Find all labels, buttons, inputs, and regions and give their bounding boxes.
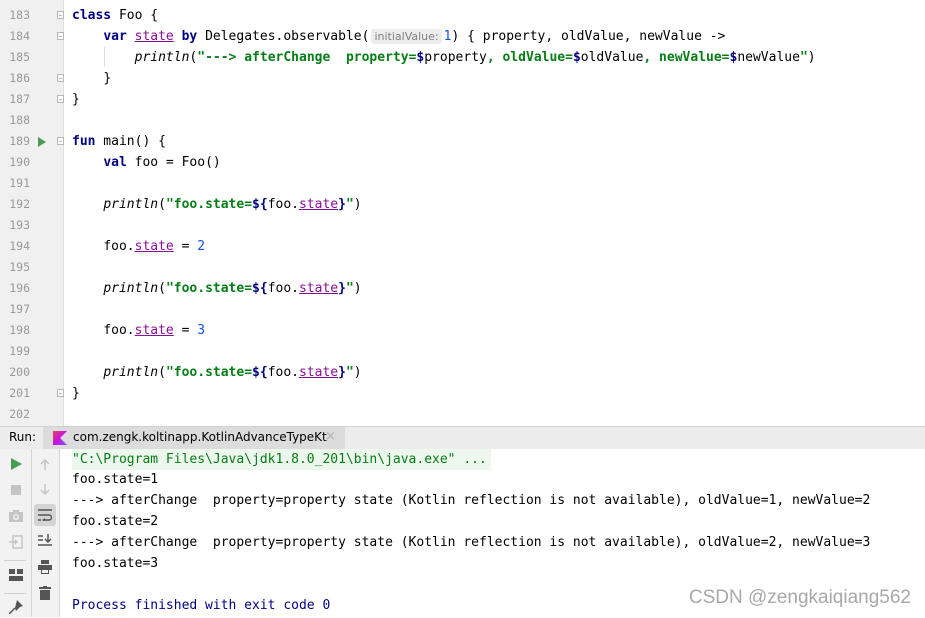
code-line: 202 (0, 404, 925, 425)
code-text: } (72, 92, 80, 107)
run-panel-header: Run: com.zengk.koltinapp.KotlinAdvanceTy… (0, 426, 925, 450)
line-number: 183 (9, 8, 30, 22)
line-number: 202 (9, 407, 30, 421)
console-line: ---> afterChange property=property state… (72, 535, 871, 550)
fold-marker-icon[interactable] (57, 32, 64, 40)
code-text: foo.state = 2 (103, 239, 206, 254)
code-line: 189 fun main() { (0, 131, 925, 152)
code-line: 198 foo.state = 3 (0, 320, 925, 341)
console-line: foo.state=3 (72, 556, 159, 571)
print-icon[interactable] (34, 556, 56, 578)
screenshot-icon[interactable] (5, 505, 27, 527)
code-text: println("foo.state=${foo.state}") (103, 365, 362, 380)
line-number: 201 (9, 386, 30, 400)
soft-wrap-icon[interactable] (34, 504, 56, 526)
line-number: 198 (9, 323, 30, 337)
close-tab-icon[interactable]: × (325, 429, 336, 444)
code-line: 194 foo.state = 2 (0, 236, 925, 257)
code-text: println("---> afterChange property=$prop… (134, 50, 816, 65)
code-text: val foo = Foo() (103, 155, 221, 170)
line-number: 185 (9, 50, 30, 64)
code-line: 201 } (0, 383, 925, 404)
line-number: 199 (9, 344, 30, 358)
code-line: 183 class Foo { (0, 5, 925, 26)
up-arrow-icon[interactable] (34, 453, 56, 475)
watermark: CSDN @zengkaiqiang562 (688, 587, 911, 608)
code-text: foo.state = 3 (103, 323, 206, 338)
line-number: 191 (9, 176, 30, 190)
code-line: 197 (0, 299, 925, 320)
code-line: 187 } (0, 89, 925, 110)
fold-marker-icon[interactable] (57, 389, 64, 397)
line-number: 188 (9, 113, 30, 127)
code-line: 186 } (0, 68, 925, 89)
run-tab[interactable]: com.zengk.koltinapp.KotlinAdvanceTypeKt … (43, 427, 345, 449)
process-exit-message: Process finished with exit code 0 (72, 598, 331, 613)
fold-marker-icon[interactable] (57, 137, 64, 145)
line-number: 192 (9, 197, 30, 211)
down-arrow-icon[interactable] (34, 479, 56, 501)
code-editor[interactable]: 183 class Foo { 184 var state by Delegat… (0, 0, 925, 426)
code-text: println("foo.state=${foo.state}") (103, 197, 362, 212)
toolbar-separator (4, 560, 26, 561)
run-label: Run: (9, 430, 37, 444)
code-line: 196 println("foo.state=${foo.state}") (0, 278, 925, 299)
code-text: class Foo { (72, 8, 159, 23)
line-number: 194 (9, 239, 30, 253)
code-line: 188 (0, 110, 925, 131)
code-line: 200 println("foo.state=${foo.state}") (0, 362, 925, 383)
scroll-to-end-icon[interactable] (34, 529, 56, 551)
layout-icon[interactable] (5, 564, 27, 586)
parameter-hint: initialValue: (371, 29, 442, 44)
exit-icon[interactable] (5, 531, 27, 553)
trash-icon[interactable] (34, 582, 56, 604)
line-number: 190 (9, 155, 30, 169)
fold-marker-icon[interactable] (57, 11, 64, 19)
code-text: var state by Delegates.observable(initia… (103, 29, 726, 44)
line-number: 196 (9, 281, 30, 295)
code-text: fun main() { (72, 134, 166, 149)
line-number: 195 (9, 260, 30, 274)
line-number: 197 (9, 302, 30, 316)
stop-icon[interactable] (5, 479, 27, 501)
run-toolbar-right (32, 449, 60, 617)
line-number: 186 (9, 71, 30, 85)
code-line: 199 (0, 341, 925, 362)
console-line: foo.state=1 (72, 472, 159, 487)
code-line: 184 var state by Delegates.observable(in… (0, 26, 925, 47)
code-text: } (72, 386, 80, 401)
line-number: 184 (9, 29, 30, 43)
run-toolbar-left (0, 449, 32, 617)
code-line: 191 (0, 173, 925, 194)
code-line: 185 println("---> afterChange property=$… (0, 47, 925, 68)
line-number: 200 (9, 365, 30, 379)
code-line: 192 println("foo.state=${foo.state}") (0, 194, 925, 215)
rerun-icon[interactable] (5, 453, 27, 475)
code-line: 190 val foo = Foo() (0, 152, 925, 173)
code-text: println("foo.state=${foo.state}") (103, 281, 362, 296)
code-text: } (103, 71, 112, 86)
fold-marker-icon[interactable] (57, 74, 64, 82)
toolbar-separator (4, 593, 26, 594)
fold-marker-icon[interactable] (57, 95, 64, 103)
kotlin-icon (53, 431, 67, 445)
console-line: foo.state=2 (72, 514, 159, 529)
console-command-line[interactable]: "C:\Program Files\Java\jdk1.8.0_201\bin\… (72, 449, 491, 470)
code-line: 193 (0, 215, 925, 236)
console-line: ---> afterChange property=property state… (72, 493, 871, 508)
line-number: 189 (9, 134, 30, 148)
run-gutter-icon[interactable] (38, 137, 46, 147)
run-tab-title: com.zengk.koltinapp.KotlinAdvanceTypeKt (73, 430, 327, 444)
pin-icon[interactable] (5, 596, 27, 618)
line-number: 193 (9, 218, 30, 232)
code-line: 195 (0, 257, 925, 278)
line-number: 187 (9, 92, 30, 106)
